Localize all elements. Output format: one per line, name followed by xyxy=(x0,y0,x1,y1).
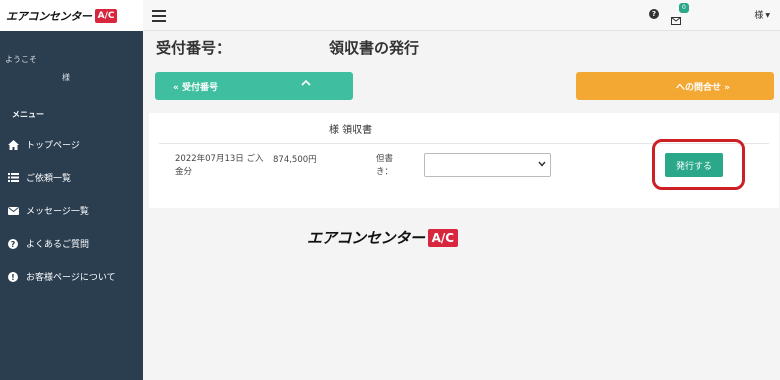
issue-receipt-button[interactable]: 発行する xyxy=(665,153,723,177)
caret-down-icon: ▼ xyxy=(765,12,770,19)
question-circle-icon: ? xyxy=(7,238,19,250)
info-circle-icon: ! xyxy=(7,271,19,283)
home-icon xyxy=(7,139,19,151)
receipt-panel: 様 領収書 2022年07月13日 ご入金分 874,500円 但書き： 発行す… xyxy=(149,113,779,208)
back-to-receipt-button[interactable]: « 受付番号 xyxy=(155,72,353,100)
welcome-text: ようこそ xyxy=(5,55,37,64)
sidebar-item-request-list[interactable]: ご依頼一覧 xyxy=(0,161,143,194)
top-navbar: ? 0 様 ▼ xyxy=(143,0,780,31)
sidebar-item-label: よくあるご質問 xyxy=(26,240,90,250)
note-label: 但書き： xyxy=(376,154,394,177)
svg-text:?: ? xyxy=(11,240,16,249)
note-select[interactable] xyxy=(424,153,551,177)
chevron-down-icon xyxy=(538,160,546,169)
sidebar-item-label: トップページ xyxy=(26,141,80,151)
footer-logo: エアコンセンター A/C xyxy=(307,227,459,248)
inquiry-button[interactable]: への問合せ » xyxy=(576,72,774,100)
brand-logo[interactable]: エアコンセンター A/C xyxy=(0,0,143,31)
user-label: 様 xyxy=(754,11,764,21)
page-title: 受付番号： 領収書の発行 xyxy=(156,37,419,58)
welcome-block: ようこそ 様 xyxy=(0,31,143,82)
brand-name: エアコンセンター xyxy=(6,9,92,23)
page-title-receipt-number: 受付番号： xyxy=(156,39,232,57)
svg-text:!: ! xyxy=(11,273,15,282)
envelope-icon xyxy=(7,205,19,217)
hamburger-menu-icon[interactable] xyxy=(152,10,166,22)
menu-heading: メニュー xyxy=(12,110,44,119)
sidebar-item-label: ご依頼一覧 xyxy=(26,174,72,184)
sidebar-item-faq[interactable]: ? よくあるご質問 xyxy=(0,227,143,260)
sidebar-menu: トップページ ご依頼一覧 メッセージ一覧 ? よくあるご質問 ! お客様ページに… xyxy=(0,128,143,293)
help-icon[interactable]: ? xyxy=(649,9,659,19)
payment-amount: 874,500円 xyxy=(273,155,317,165)
mail-icon[interactable] xyxy=(671,10,681,29)
sidebar: エアコンセンター A/C ようこそ 様 メニュー トップページ ご依頼一覧 メッ… xyxy=(0,0,143,380)
footer-brand-badge: A/C xyxy=(427,228,459,247)
sidebar-item-label: お客様ページについて xyxy=(26,273,116,283)
page-title-issue-receipt: 領収書の発行 xyxy=(329,39,420,57)
sidebar-item-message-list[interactable]: メッセージ一覧 xyxy=(0,194,143,227)
sidebar-item-label: メッセージ一覧 xyxy=(26,207,89,217)
sidebar-item-about-customer-page[interactable]: ! お客様ページについて xyxy=(0,260,143,293)
user-menu[interactable]: 様 ▼ xyxy=(754,8,770,21)
sidebar-item-top-page[interactable]: トップページ xyxy=(0,128,143,161)
inquiry-label: への問合せ » xyxy=(676,82,730,93)
chevron-up-icon xyxy=(301,79,311,90)
list-icon xyxy=(7,172,19,184)
receipt-panel-title: 様 領収書 xyxy=(329,125,373,136)
payment-description: 2022年07月13日 ご入金分 xyxy=(175,154,264,177)
brand-badge: A/C xyxy=(94,8,118,23)
back-to-receipt-label: « 受付番号 xyxy=(173,82,218,93)
mail-count-badge: 0 xyxy=(679,3,689,13)
footer-brand-name: エアコンセンター xyxy=(307,229,425,247)
